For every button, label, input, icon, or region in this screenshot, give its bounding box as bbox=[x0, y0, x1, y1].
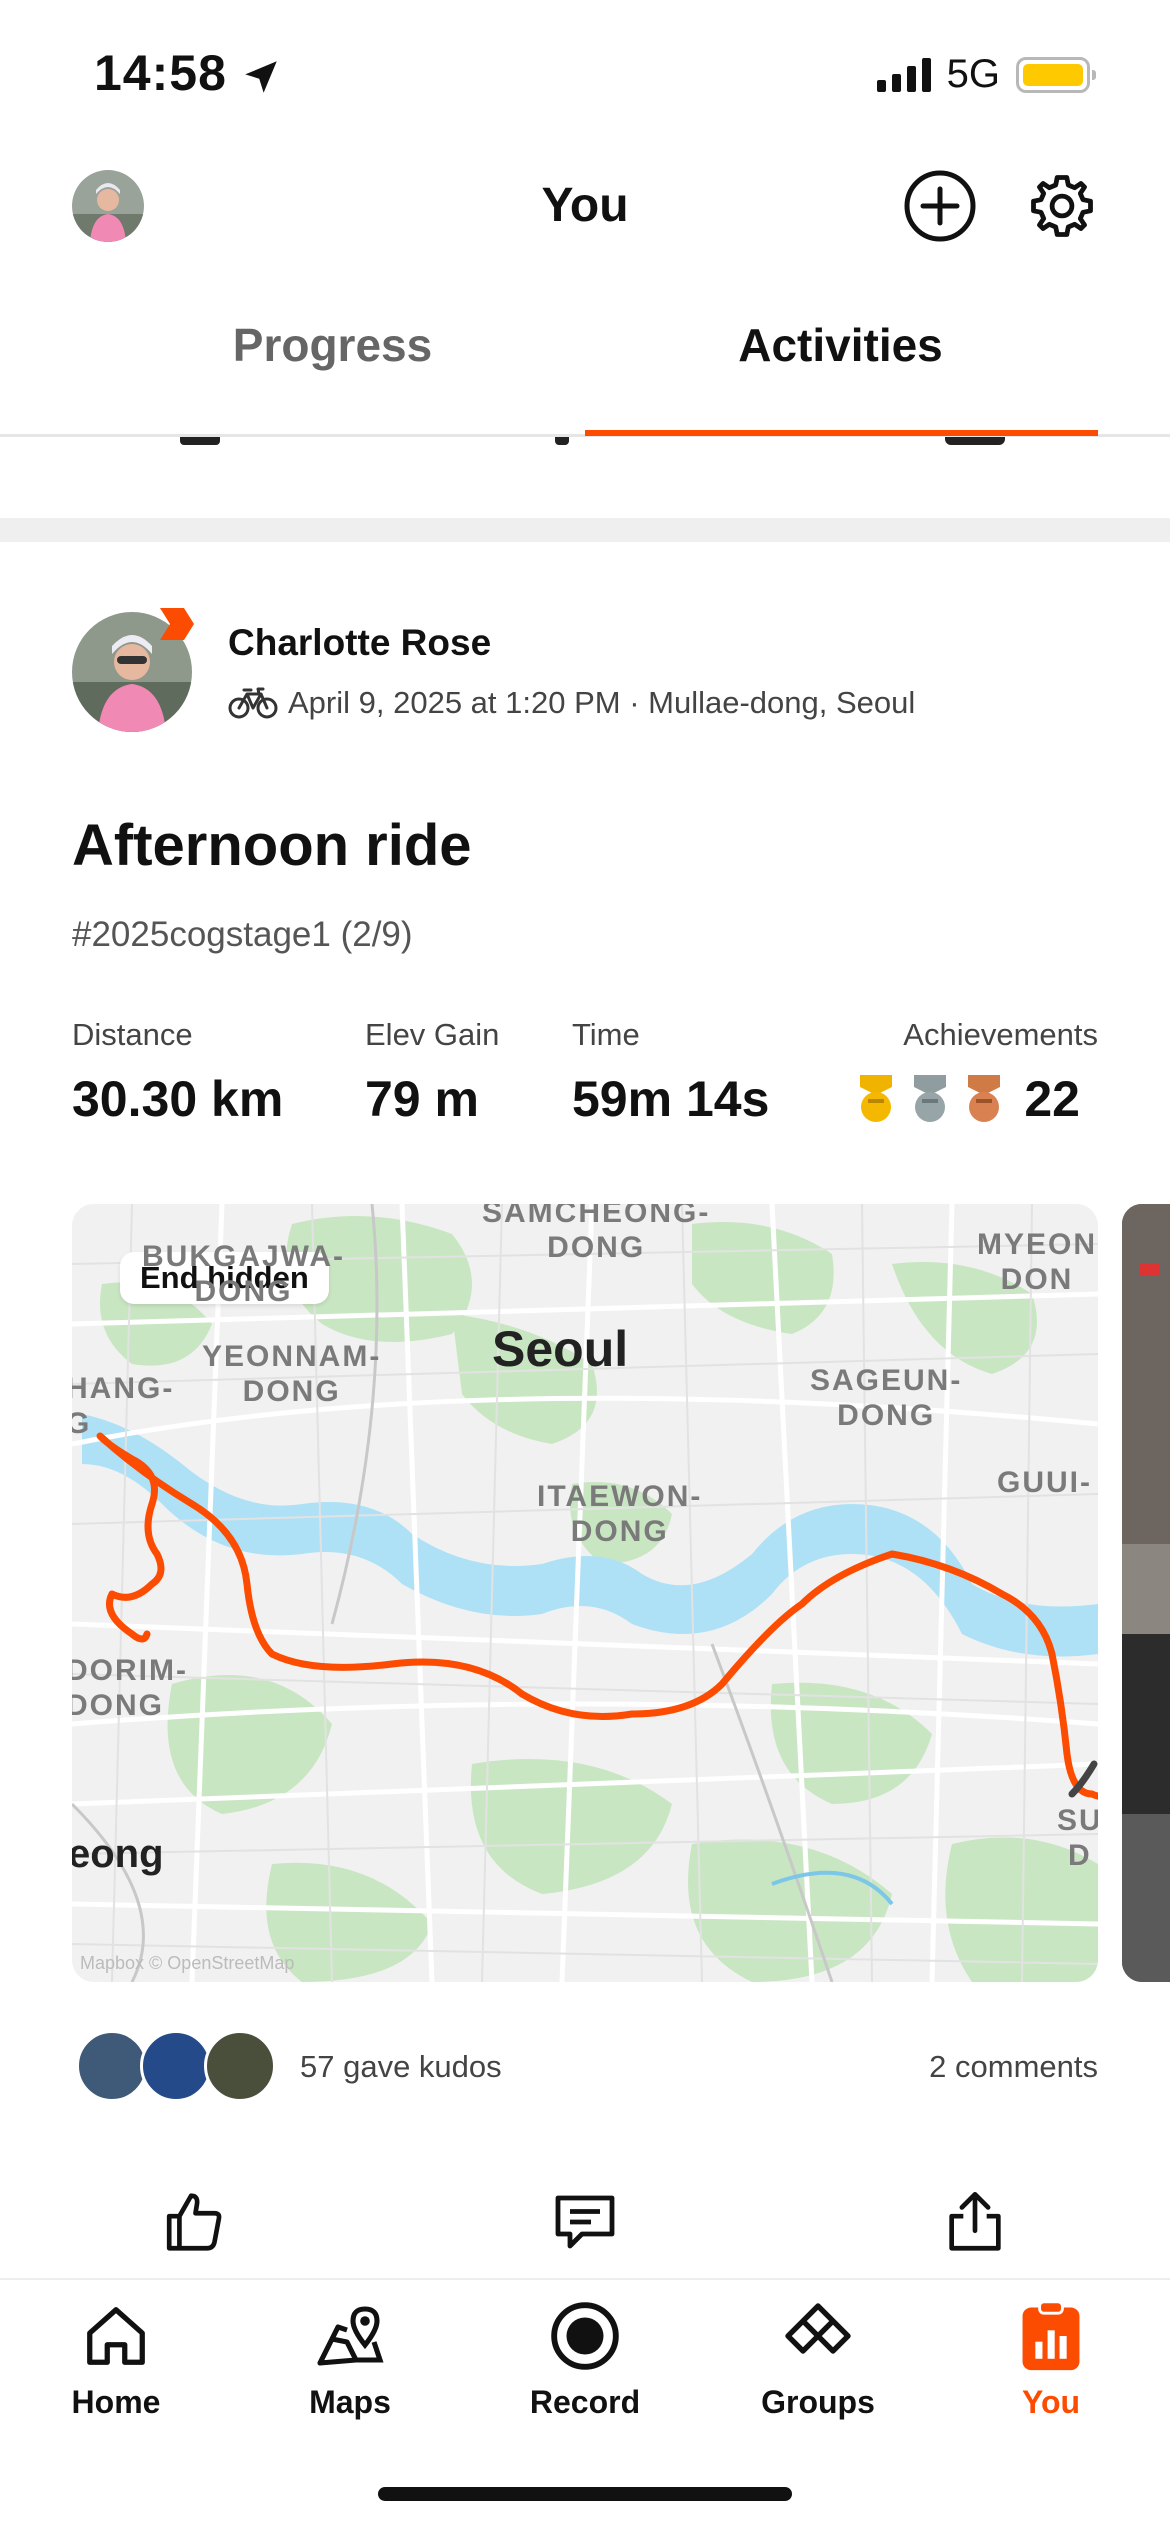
scrolled-content-edge bbox=[555, 437, 569, 445]
map-label: SAMCHEONG- DONG bbox=[482, 1204, 711, 1264]
map-label: YEONNAM- DONG bbox=[202, 1340, 382, 1408]
comments-count[interactable]: 2 comments bbox=[929, 2049, 1098, 2085]
route-map[interactable]: End hidden SAMCHEONG- DONG BUKGAJWA- DON… bbox=[72, 1204, 1098, 1982]
activity-title[interactable]: Afternoon ride bbox=[72, 812, 472, 879]
cellular-signal-icon bbox=[876, 57, 931, 92]
nav-maps-label: Maps bbox=[309, 2384, 391, 2420]
location-arrow-icon bbox=[245, 61, 277, 93]
map-label: eong bbox=[72, 1832, 164, 1876]
map-label: HANG- G bbox=[72, 1372, 175, 1440]
groups-icon bbox=[785, 2303, 851, 2354]
map-attribution: Mapbox © OpenStreetMap bbox=[80, 1953, 295, 1973]
scrolled-content-edge bbox=[945, 437, 1005, 445]
gold-medal-icon bbox=[860, 1075, 893, 1122]
scrolled-content-edge bbox=[180, 437, 220, 445]
add-button[interactable] bbox=[902, 168, 978, 244]
status-indicators: 5G bbox=[876, 52, 1096, 97]
comment-button[interactable] bbox=[545, 2182, 625, 2262]
kudos-button[interactable] bbox=[154, 2182, 234, 2262]
elev-gain-value: 79 m bbox=[365, 1071, 479, 1127]
gear-icon bbox=[1031, 175, 1093, 237]
athlete-name[interactable]: Charlotte Rose bbox=[228, 622, 491, 664]
record-icon bbox=[551, 2302, 619, 2370]
plus-circle-icon bbox=[904, 170, 976, 242]
nav-record-label: Record bbox=[529, 2384, 641, 2420]
kudos-avatar bbox=[140, 2030, 212, 2102]
activity-meta: April 9, 2025 at 1:20 PM · Mullae-dong, … bbox=[228, 685, 915, 721]
achievements-count: 22 bbox=[1024, 1071, 1080, 1127]
nav-record[interactable]: Record bbox=[505, 2296, 665, 2421]
settings-button[interactable] bbox=[1024, 168, 1100, 244]
activity-date-location: April 9, 2025 at 1:20 PM · Mullae-dong, … bbox=[288, 685, 916, 720]
map-label: SU D bbox=[1057, 1804, 1098, 1872]
nav-you[interactable]: You bbox=[971, 2296, 1131, 2421]
time-label: Time bbox=[572, 1017, 640, 1052]
tab-activities[interactable]: Activities bbox=[548, 318, 1133, 372]
subscriber-badge-icon bbox=[160, 608, 194, 640]
time-value: 59m 14s bbox=[572, 1071, 770, 1127]
kudos-avatars[interactable] bbox=[76, 2030, 276, 2102]
status-time: 14:58 bbox=[94, 45, 227, 101]
map-label: GUUI- bbox=[997, 1466, 1092, 1499]
map-label: ITAEWON- DONG bbox=[537, 1480, 703, 1548]
kudos-count[interactable]: 57 gave kudos bbox=[300, 2049, 502, 2085]
distance-label: Distance bbox=[72, 1017, 193, 1052]
map-label: DORIM- DONG bbox=[72, 1654, 188, 1722]
activity-description: #2025cogstage1 (2/9) bbox=[72, 915, 413, 954]
bronze-medal-icon bbox=[968, 1075, 1001, 1122]
home-indicator bbox=[378, 2487, 792, 2501]
bike-icon bbox=[228, 687, 278, 719]
nav-home[interactable]: Home bbox=[36, 2296, 196, 2421]
distance-value: 30.30 km bbox=[72, 1071, 284, 1127]
next-media-card[interactable] bbox=[1122, 1204, 1170, 1982]
tab-progress[interactable]: Progress bbox=[40, 318, 625, 372]
you-icon bbox=[1022, 2300, 1080, 2371]
elev-gain-label: Elev Gain bbox=[365, 1017, 500, 1052]
map-label: BUKGAJWA- DONG bbox=[142, 1240, 345, 1308]
share-icon bbox=[949, 2191, 1001, 2251]
silver-medal-icon bbox=[914, 1075, 947, 1122]
nav-groups[interactable]: Groups bbox=[738, 2296, 898, 2421]
active-tab-indicator bbox=[585, 430, 1098, 436]
comment-icon bbox=[555, 2195, 615, 2249]
nav-maps[interactable]: Maps bbox=[270, 2296, 430, 2421]
home-icon bbox=[87, 2307, 145, 2365]
nav-groups-label: Groups bbox=[761, 2384, 875, 2420]
battery-icon bbox=[1016, 56, 1096, 93]
map-label: SAGEUN- DONG bbox=[810, 1364, 963, 1432]
kudos-avatar bbox=[204, 2030, 276, 2102]
map-city-label: Seoul bbox=[492, 1321, 629, 1377]
map-label: MYEON DON bbox=[977, 1228, 1098, 1296]
kudos-avatar bbox=[76, 2030, 148, 2102]
thumbs-up-icon bbox=[166, 2193, 222, 2251]
network-type: 5G bbox=[946, 52, 1000, 96]
achievements-label: Achievements bbox=[903, 1017, 1098, 1052]
nav-home-label: Home bbox=[71, 2384, 161, 2420]
section-separator bbox=[0, 518, 1170, 542]
maps-icon bbox=[317, 2306, 384, 2366]
achievements-summary[interactable]: 22 bbox=[852, 1070, 1080, 1128]
page-title: You bbox=[541, 179, 629, 232]
nav-you-label: You bbox=[1021, 2384, 1081, 2420]
share-button[interactable] bbox=[935, 2182, 1015, 2262]
